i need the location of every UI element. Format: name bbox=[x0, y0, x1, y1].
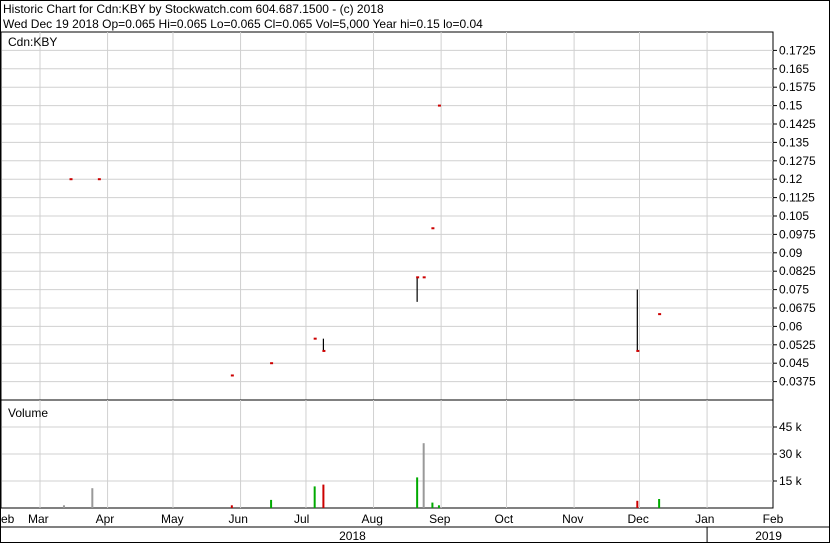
volume-bar bbox=[437, 505, 440, 508]
price-tick-label: 0.0825 bbox=[779, 264, 816, 278]
volume-bar bbox=[91, 488, 94, 508]
price-grid bbox=[2, 32, 773, 400]
volume-bar bbox=[658, 499, 661, 508]
price-tick-label: 0.12 bbox=[779, 172, 803, 186]
x-month-label: Mar bbox=[28, 512, 49, 526]
price-close-tick bbox=[69, 178, 73, 181]
volume-bar bbox=[313, 486, 316, 508]
x-month-label: Jul bbox=[294, 512, 309, 526]
price-tick-label: 0.1425 bbox=[779, 117, 816, 131]
x-month-label: Aug bbox=[362, 512, 383, 526]
price-panel-label: Cdn:KBY bbox=[8, 35, 57, 49]
price-close-tick bbox=[658, 313, 662, 316]
price-close-tick bbox=[422, 276, 426, 279]
price-close-tick bbox=[636, 349, 640, 352]
price-tick-label: 0.15 bbox=[779, 99, 803, 113]
volume-bar bbox=[431, 502, 434, 508]
price-close-tick bbox=[313, 337, 317, 340]
volume-panel-label: Volume bbox=[8, 406, 48, 420]
x-axis-months: eb Mar Apr May Jun Jul Aug Sep Oct Nov Dec Jan Feb bbox=[1, 512, 784, 526]
price-close-tick bbox=[431, 227, 435, 230]
price-tick-label: 0.06 bbox=[779, 319, 803, 333]
x-year-label: 2019 bbox=[755, 529, 782, 543]
volume-y-axis: 45 k 30 k 15 k bbox=[773, 420, 803, 488]
volume-bar bbox=[270, 499, 273, 508]
price-tick-label: 0.1725 bbox=[779, 43, 816, 57]
price-tick-label: 0.1125 bbox=[779, 191, 815, 205]
volume-bar bbox=[416, 477, 419, 508]
price-tick-label: 0.1575 bbox=[779, 80, 816, 94]
price-tick-label: 0.0525 bbox=[779, 338, 816, 352]
x-axis-years: 2018 2019 bbox=[339, 527, 782, 543]
x-month-label: Feb bbox=[763, 512, 784, 526]
price-tick-label: 0.105 bbox=[779, 209, 809, 223]
price-y-axis: 0.1725 0.165 0.1575 0.15 0.1425 0.135 0.1275 0.… bbox=[773, 43, 816, 389]
stock-chart: Historic Chart for Cdn:KBY by Stockwatch… bbox=[0, 0, 830, 543]
x-month-label: Sep bbox=[429, 512, 451, 526]
price-tick-label: 0.0975 bbox=[779, 227, 816, 241]
price-close-tick bbox=[270, 362, 274, 365]
price-tick-label: 0.045 bbox=[779, 356, 809, 370]
x-month-label: Dec bbox=[628, 512, 649, 526]
price-tick-label: 0.0675 bbox=[779, 301, 816, 315]
volume-bar bbox=[230, 505, 233, 508]
price-tick-label: 0.1275 bbox=[779, 154, 816, 168]
chart-header-line2: Wed Dec 19 2018 Op=0.065 Hi=0.065 Lo=0.0… bbox=[3, 17, 483, 31]
volume-bar bbox=[636, 500, 639, 508]
volume-tick-label: 15 k bbox=[779, 474, 803, 488]
x-year-label: 2018 bbox=[339, 529, 366, 543]
price-tick-label: 0.165 bbox=[779, 62, 809, 76]
price-close-tick bbox=[416, 276, 420, 279]
x-month-label: eb bbox=[1, 512, 15, 526]
volume-bar bbox=[62, 505, 65, 508]
x-month-label: Apr bbox=[96, 512, 115, 526]
price-close-tick bbox=[322, 349, 326, 352]
price-tick-label: 0.135 bbox=[779, 135, 809, 149]
x-month-label: Jan bbox=[695, 512, 714, 526]
volume-tick-label: 30 k bbox=[779, 447, 803, 461]
price-tick-label: 0.0375 bbox=[779, 375, 816, 389]
x-month-label: May bbox=[161, 512, 184, 526]
price-tick-label: 0.075 bbox=[779, 283, 809, 297]
price-close-tick bbox=[437, 104, 441, 107]
x-month-label: Jun bbox=[229, 512, 248, 526]
price-close-tick bbox=[230, 374, 234, 377]
volume-bar bbox=[422, 443, 425, 508]
price-close-tick bbox=[97, 178, 101, 181]
x-month-label: Nov bbox=[562, 512, 583, 526]
volume-bar bbox=[322, 484, 325, 508]
chart-header-line1: Historic Chart for Cdn:KBY by Stockwatch… bbox=[3, 2, 384, 16]
volume-tick-label: 45 k bbox=[779, 420, 803, 434]
x-month-label: Oct bbox=[495, 512, 514, 526]
price-tick-label: 0.09 bbox=[779, 246, 803, 260]
